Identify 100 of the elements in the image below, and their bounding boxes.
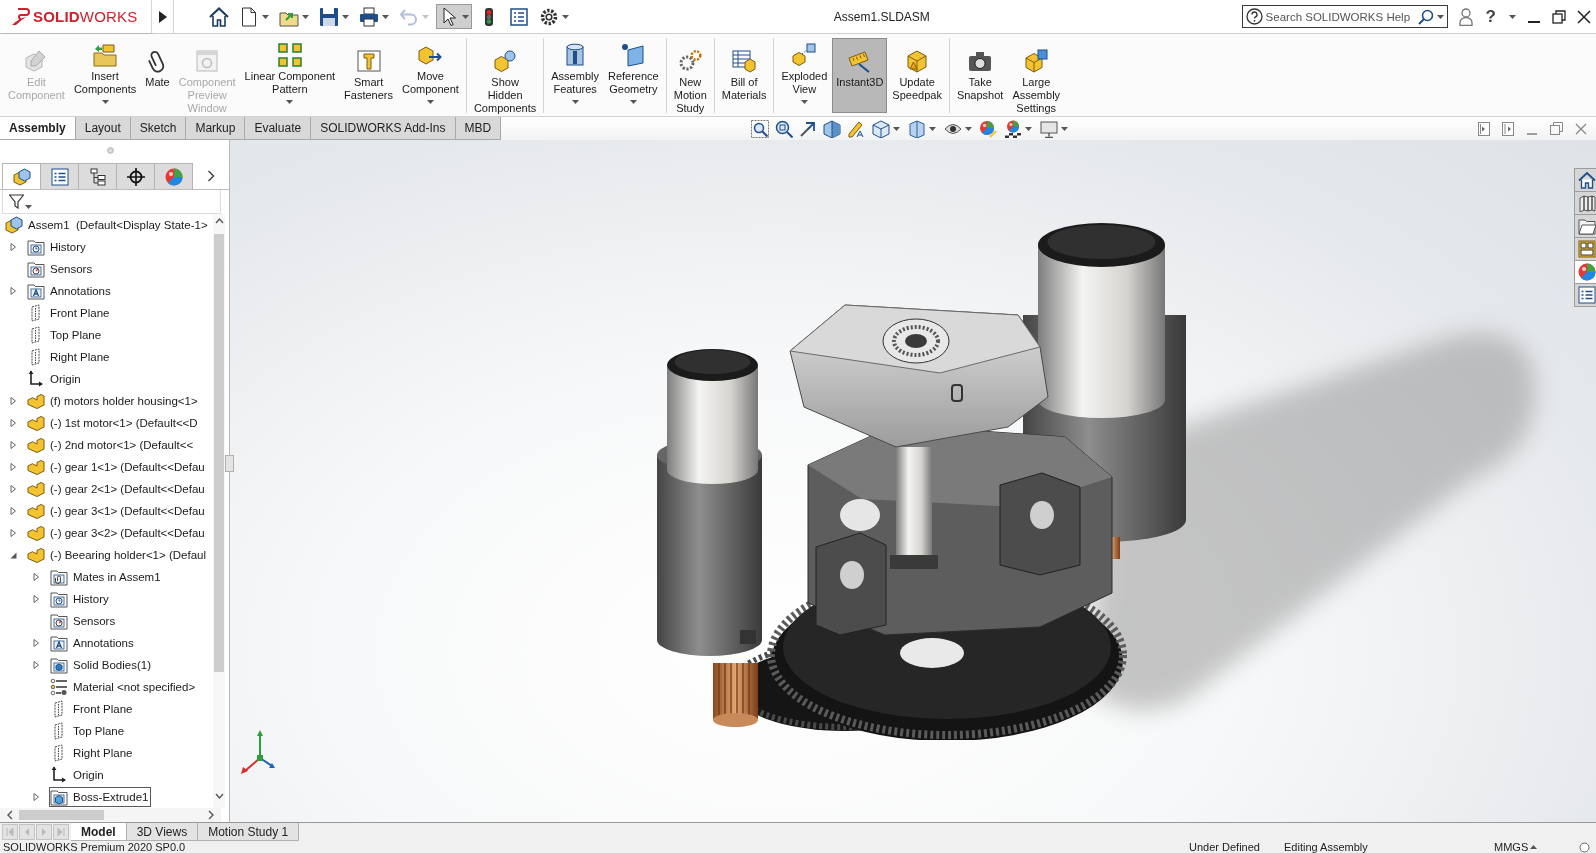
settings-icon[interactable] — [539, 6, 559, 27]
save-icon[interactable] — [319, 6, 339, 27]
caret-right-icon[interactable] — [32, 573, 40, 581]
section-cube-icon[interactable] — [823, 119, 842, 138]
tab[interactable]: Model — [71, 823, 127, 841]
dropdown-button[interactable] — [871, 119, 902, 138]
caret-right-icon[interactable] — [32, 793, 40, 801]
command-button[interactable]: Exploded View — [777, 38, 832, 113]
caret-icon[interactable] — [629, 100, 637, 104]
caret-icon[interactable] — [25, 205, 32, 209]
tree-item[interactable]: History — [26, 237, 89, 257]
tile-right-icon[interactable] — [1502, 121, 1514, 136]
command-button[interactable]: Instant3D — [832, 38, 888, 113]
caret-right-icon[interactable] — [9, 419, 17, 427]
caret-right-icon[interactable] — [9, 287, 17, 295]
tab[interactable]: Evaluate — [245, 117, 312, 140]
tree-item[interactable]: (-) gear 2<1> (Default<<Defau — [26, 479, 208, 499]
dropdown-button[interactable] — [1039, 119, 1070, 138]
printer-icon[interactable] — [359, 6, 379, 27]
tree-item[interactable]: Right Plane — [26, 347, 113, 367]
caret-icon[interactable] — [1061, 126, 1069, 131]
caret-icon[interactable] — [1436, 14, 1444, 19]
tree-item[interactable]: Solid Bodies(1) — [49, 655, 154, 675]
command-button[interactable]: Smart Fasteners — [340, 38, 398, 113]
command-button[interactable]: New Motion Study — [669, 38, 711, 113]
units-selector[interactable]: MMGS — [1494, 841, 1530, 853]
tab[interactable]: Motion Study 1 — [198, 823, 300, 841]
tree-item[interactable]: (-) gear 3<2> (Default<<Defau — [26, 523, 208, 543]
task-pane-tab[interactable] — [1574, 191, 1596, 215]
command-button[interactable]: Mate — [141, 38, 174, 113]
tree-item[interactable]: Top Plane — [26, 325, 105, 345]
tree-item[interactable]: Annotations — [49, 633, 137, 653]
dropdown-button[interactable] — [907, 119, 938, 138]
panel-tab[interactable] — [78, 163, 117, 189]
tab[interactable]: MBD — [455, 117, 502, 140]
caret-icon[interactable] — [286, 100, 294, 104]
tab[interactable]: Layout — [75, 117, 131, 140]
caret-icon[interactable] — [382, 14, 389, 19]
tree-item[interactable]: (-) 2nd motor<1> (Default<< — [26, 435, 197, 455]
caret-icon[interactable] — [893, 126, 901, 131]
tree-item[interactable]: Mates in Assem1 — [49, 567, 164, 587]
drag-handle-icon[interactable] — [107, 146, 114, 154]
close-icon[interactable] — [1577, 9, 1591, 24]
caret-icon[interactable] — [1530, 845, 1537, 849]
caret-icon[interactable] — [101, 100, 109, 104]
caret-icon[interactable] — [800, 100, 808, 104]
tree-item[interactable]: (-) gear 3<1> (Default<<Defau — [26, 501, 208, 521]
caret-right-icon[interactable] — [9, 397, 17, 405]
tree-item[interactable]: Origin — [49, 765, 107, 785]
tree-item[interactable]: Material <not specified> — [49, 677, 199, 697]
command-button[interactable]: Move Component — [398, 38, 463, 113]
help-circle-icon[interactable] — [1245, 8, 1263, 25]
chevron-right-icon[interactable] — [208, 810, 215, 820]
scrollbar[interactable] — [0, 808, 221, 822]
circle-icon[interactable] — [1579, 841, 1590, 853]
tree-item[interactable]: Sensors — [26, 259, 96, 279]
caret-icon[interactable] — [929, 126, 937, 131]
magnifier-frame-icon[interactable] — [751, 119, 770, 138]
tree-item[interactable]: Assem1 (Default<Display State-1> — [4, 215, 211, 235]
tree-item[interactable]: (-) gear 1<1> (Default<<Defau — [26, 457, 208, 477]
task-pane-tab[interactable] — [1574, 168, 1596, 192]
caret-icon[interactable] — [426, 100, 434, 104]
command-button[interactable]: Take Snapshot — [952, 38, 1008, 113]
caret-right-icon[interactable] — [9, 507, 17, 515]
tile-left-icon[interactable] — [1478, 121, 1490, 136]
command-button[interactable]: Update Speedpak — [888, 38, 946, 113]
filter-button[interactable] — [9, 194, 32, 209]
task-pane-tab[interactable] — [1574, 260, 1596, 284]
command-button[interactable]: Reference Geometry — [603, 38, 663, 113]
tab[interactable]: 3D Views — [126, 823, 199, 841]
tree-item[interactable]: Front Plane — [49, 699, 136, 719]
chevron-left-icon[interactable] — [6, 810, 13, 820]
caret-icon[interactable] — [965, 126, 973, 131]
chevron-down-icon[interactable] — [214, 792, 224, 800]
magnifier-icon[interactable] — [775, 119, 794, 138]
scrollbar-thumb[interactable] — [214, 234, 224, 672]
restore-icon[interactable] — [1552, 9, 1566, 24]
task-pane-tab[interactable] — [1574, 214, 1596, 238]
tree-item[interactable]: Origin — [26, 369, 84, 389]
caret-right-icon[interactable] — [9, 529, 17, 537]
command-button[interactable]: Assembly Features — [547, 38, 603, 113]
search-icon[interactable] — [1417, 8, 1434, 25]
command-button[interactable]: Linear Component Pattern — [240, 38, 340, 113]
caret-right-icon[interactable] — [9, 485, 17, 493]
arrow-icon[interactable] — [799, 119, 818, 138]
caret-icon[interactable] — [1509, 14, 1516, 19]
command-button[interactable]: Show Hidden Components — [469, 38, 541, 113]
pencil-icon[interactable] — [847, 119, 866, 138]
toolbar-button[interactable] — [436, 4, 472, 29]
scrollbar-thumb[interactable] — [19, 810, 104, 820]
task-pane-tab[interactable] — [1574, 283, 1596, 307]
chevron-right-icon[interactable] — [206, 170, 215, 182]
panel-collapse-handle[interactable] — [225, 455, 234, 472]
caret-right-icon[interactable] — [32, 595, 40, 603]
caret-right-icon[interactable] — [32, 639, 40, 647]
search-box[interactable]: Search SOLIDWORKS Help — [1241, 5, 1448, 28]
task-pane-tab[interactable] — [1574, 237, 1596, 261]
command-button[interactable]: Bill of Materials — [717, 38, 771, 113]
tree-item[interactable]: (-) Beearing holder<1> (Defaul — [26, 545, 209, 565]
command-button[interactable]: Large Assembly Settings — [1008, 38, 1065, 113]
